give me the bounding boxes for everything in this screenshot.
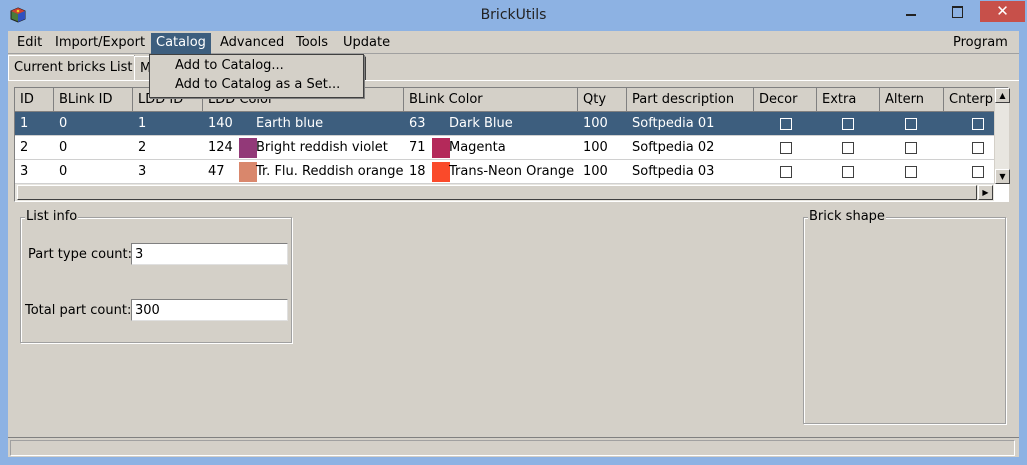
checkbox-decor[interactable] bbox=[780, 166, 792, 178]
horizontal-scrollbar[interactable]: ▶ bbox=[15, 184, 994, 201]
checkbox-cnterp[interactable] bbox=[972, 166, 984, 178]
tab-current-bricks-list[interactable]: Current bricks List bbox=[8, 55, 135, 81]
column-header-part-description[interactable]: Part description bbox=[627, 88, 754, 112]
column-header-cnterp[interactable]: Cnterp bbox=[944, 88, 994, 112]
cell-blink-color-code: 18 bbox=[409, 164, 426, 179]
window-title: BrickUtils bbox=[480, 7, 547, 23]
column-header-id[interactable]: ID bbox=[15, 88, 54, 112]
menu-program[interactable]: Program bbox=[948, 34, 1013, 53]
cell-ldd-color-code: 140 bbox=[208, 116, 233, 131]
cell-description: Softpedia 02 bbox=[632, 140, 715, 155]
menu-edit[interactable]: Edit bbox=[12, 34, 47, 53]
cell-ldd-color-name: Tr. Flu. Reddish orange bbox=[256, 164, 404, 179]
column-header-blink-id[interactable]: BLink ID bbox=[54, 88, 133, 112]
cell-id: 2 bbox=[20, 140, 29, 155]
cell-description: Softpedia 03 bbox=[632, 164, 715, 179]
column-header-decor[interactable]: Decor bbox=[754, 88, 817, 112]
table-row[interactable]: 2 0 2 124 Bright reddish violet 71 Magen… bbox=[15, 136, 994, 160]
cell-qty: 100 bbox=[583, 116, 608, 131]
horizontal-scroll-thumb[interactable] bbox=[17, 185, 977, 200]
checkbox-altern[interactable] bbox=[905, 118, 917, 130]
scroll-right-icon[interactable]: ▶ bbox=[978, 185, 993, 200]
checkbox-cnterp[interactable] bbox=[972, 118, 984, 130]
column-header-extra[interactable]: Extra bbox=[817, 88, 880, 112]
checkbox-extra[interactable] bbox=[842, 142, 854, 154]
bricks-table: ID BLink ID LDD ID LDD Color BLink Color… bbox=[14, 87, 1010, 202]
list-info-group: List info Part type count: 3 Total part … bbox=[20, 209, 292, 343]
checkbox-extra[interactable] bbox=[842, 118, 854, 130]
cell-ldd-id: 1 bbox=[138, 116, 147, 131]
catalog-dropdown-menu: Add to Catalog... Add to Catalog as a Se… bbox=[149, 54, 364, 98]
menu-tools[interactable]: Tools bbox=[291, 34, 333, 53]
checkbox-decor[interactable] bbox=[780, 118, 792, 130]
cell-ldd-id: 2 bbox=[138, 140, 147, 155]
cell-ldd-color-code: 47 bbox=[208, 164, 225, 179]
tab-panel: ID BLink ID LDD ID LDD Color BLink Color… bbox=[8, 80, 1019, 457]
menu-catalog[interactable]: Catalog bbox=[151, 33, 211, 55]
cell-ldd-color-name: Earth blue bbox=[256, 116, 324, 131]
minimize-button[interactable] bbox=[888, 1, 934, 23]
cell-blink-color-code: 71 bbox=[409, 140, 426, 155]
table-row[interactable]: 3 0 3 47 Tr. Flu. Reddish orange 18 Tran… bbox=[15, 160, 994, 184]
scroll-down-icon[interactable]: ▼ bbox=[995, 169, 1010, 184]
total-part-count-label: Total part count: bbox=[25, 303, 132, 318]
brick-shape-group: Brick shape bbox=[803, 209, 1006, 424]
table-viewport: ID BLink ID LDD ID LDD Color BLink Color… bbox=[15, 88, 994, 184]
vertical-scrollbar[interactable]: ▲ ▼ bbox=[994, 88, 1010, 184]
cell-blink-color-code: 63 bbox=[409, 116, 426, 131]
menu-item-add-to-catalog[interactable]: Add to Catalog... bbox=[175, 58, 284, 73]
close-button[interactable]: ✕ bbox=[980, 1, 1025, 22]
part-type-count-label: Part type count: bbox=[28, 247, 133, 262]
total-part-count-field[interactable]: 300 bbox=[131, 299, 288, 321]
cell-qty: 100 bbox=[583, 164, 608, 179]
checkbox-extra[interactable] bbox=[842, 166, 854, 178]
app-window: BrickUtils ✕ Edit Import/Export Catalog … bbox=[0, 0, 1027, 465]
column-header-qty[interactable]: Qty bbox=[578, 88, 627, 112]
cell-ldd-color-code: 124 bbox=[208, 140, 233, 155]
cell-id: 3 bbox=[20, 164, 29, 179]
cell-blink-id: 0 bbox=[59, 140, 68, 155]
cell-blink-color-name: Dark Blue bbox=[449, 116, 513, 131]
cell-blink-id: 0 bbox=[59, 164, 68, 179]
scroll-up-icon[interactable]: ▲ bbox=[995, 88, 1010, 103]
menu-update[interactable]: Update bbox=[338, 34, 395, 53]
cell-qty: 100 bbox=[583, 140, 608, 155]
column-header-altern[interactable]: Altern bbox=[880, 88, 944, 112]
close-icon: ✕ bbox=[996, 2, 1009, 20]
menu-advanced[interactable]: Advanced bbox=[215, 34, 289, 53]
menu-bar: Edit Import/Export Catalog Advanced Tool… bbox=[8, 32, 1019, 55]
checkbox-altern[interactable] bbox=[905, 142, 917, 154]
cell-blink-color-name: Magenta bbox=[449, 140, 506, 155]
status-panel bbox=[10, 440, 1015, 456]
maximize-button[interactable] bbox=[934, 1, 980, 23]
column-header-blink-color[interactable]: BLink Color bbox=[404, 88, 578, 112]
title-bar[interactable]: BrickUtils ✕ bbox=[0, 0, 1027, 31]
client-area: Edit Import/Export Catalog Advanced Tool… bbox=[8, 31, 1019, 457]
checkbox-decor[interactable] bbox=[780, 142, 792, 154]
list-info-title: List info bbox=[25, 209, 79, 224]
menu-import-export[interactable]: Import/Export bbox=[50, 34, 150, 53]
menu-item-add-to-catalog-as-set[interactable]: Add to Catalog as a Set... bbox=[175, 77, 340, 92]
cell-id: 1 bbox=[20, 116, 29, 131]
cell-ldd-color-name: Bright reddish violet bbox=[256, 140, 388, 155]
status-bar bbox=[8, 437, 1019, 457]
part-type-count-field[interactable]: 3 bbox=[131, 243, 288, 265]
cell-blink-id: 0 bbox=[59, 116, 68, 131]
checkbox-cnterp[interactable] bbox=[972, 142, 984, 154]
brick-shape-title: Brick shape bbox=[808, 209, 886, 224]
cell-blink-color-name: Trans-Neon Orange bbox=[449, 164, 575, 179]
cell-description: Softpedia 01 bbox=[632, 116, 715, 131]
cell-ldd-id: 3 bbox=[138, 164, 147, 179]
table-row[interactable]: 1 0 1 140 Earth blue 63 Dark Blue 100 So… bbox=[15, 112, 994, 136]
checkbox-altern[interactable] bbox=[905, 166, 917, 178]
